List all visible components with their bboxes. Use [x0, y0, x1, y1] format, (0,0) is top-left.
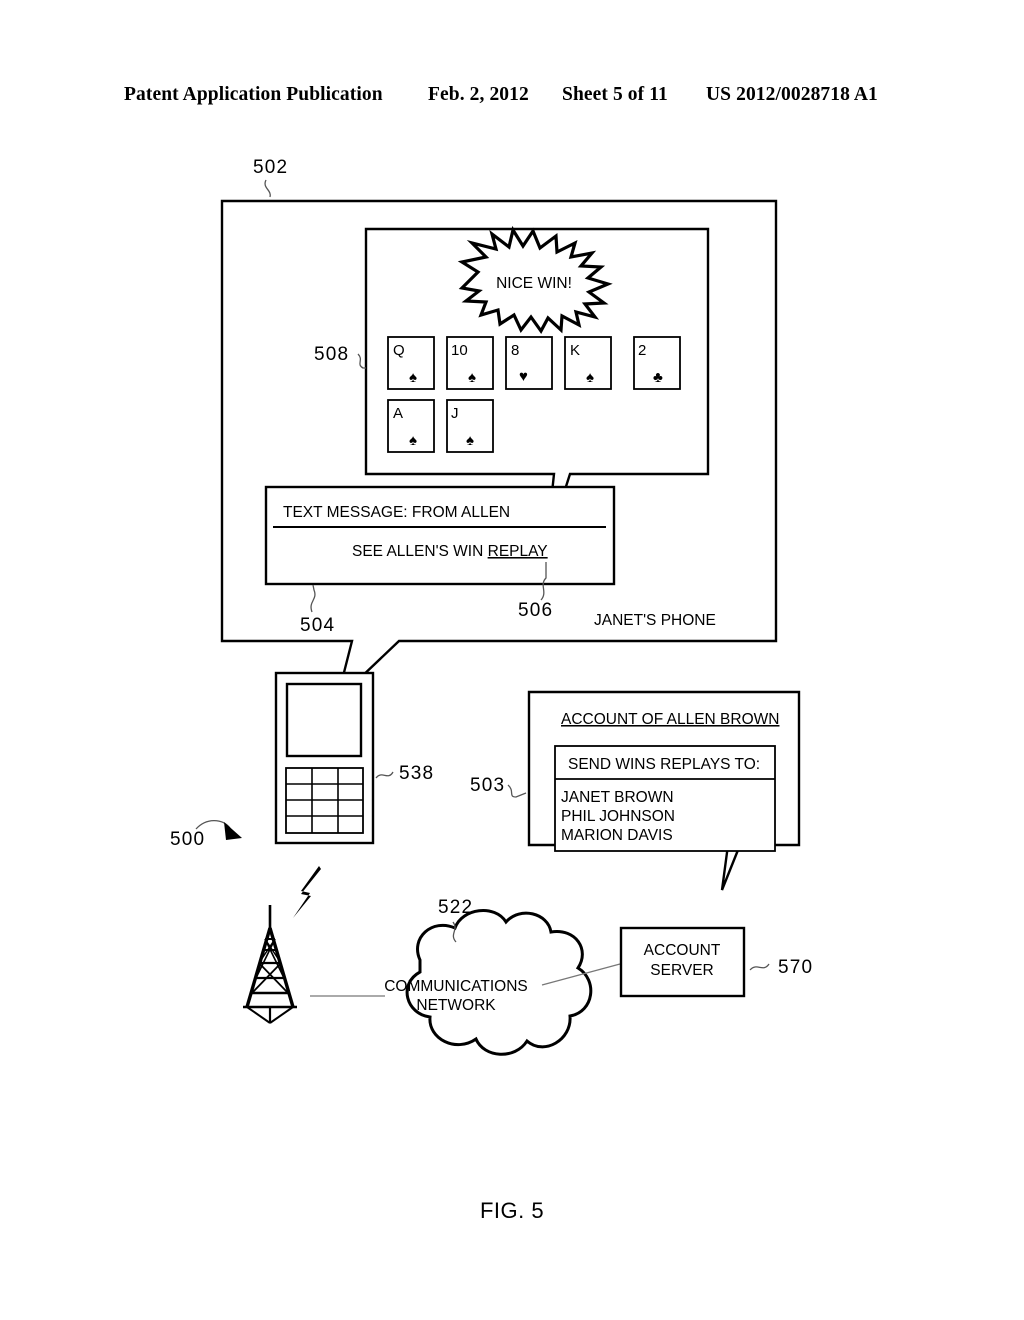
account-server-label-line1: ACCOUNT	[644, 942, 721, 959]
recipients-header: SEND WINS REPLAYS TO:	[568, 756, 760, 773]
ref-503-leader	[507, 784, 527, 798]
ref-538-leader	[375, 771, 394, 779]
ref-508-label: 508	[314, 344, 349, 365]
playing-card: A ♠	[387, 399, 435, 453]
ref-502-leader	[264, 179, 271, 198]
playing-card: 2 ♣	[633, 336, 681, 390]
message-panel-504	[264, 485, 616, 586]
figure-caption: FIG. 5	[479, 1198, 545, 1223]
message-body-prefix: SEE ALLEN'S WIN	[352, 543, 488, 560]
message-header-text: TEXT MESSAGE: FROM ALLEN	[283, 504, 510, 521]
card-rank: Q	[393, 342, 405, 359]
handset-screen	[285, 682, 363, 758]
recipient-name: PHIL JOHNSON	[561, 808, 675, 825]
ref-502-label: 502	[253, 157, 288, 178]
ref-500-arrowhead	[224, 822, 242, 840]
card-suit-icon: ♠	[409, 369, 417, 386]
playing-card: J ♠	[446, 399, 494, 453]
handset-keypad	[285, 767, 364, 834]
mobile-handset-538	[274, 671, 375, 845]
replay-link[interactable]: REPLAY	[488, 543, 548, 560]
card-row-top: Q ♠ 10 ♠ 8 ♥ K ♠ 2 ♣	[387, 336, 681, 390]
ref-506-label: 506	[518, 600, 553, 621]
card-suit-icon: ♠	[586, 369, 594, 386]
card-rank: A	[393, 405, 403, 422]
card-rank: K	[570, 342, 580, 359]
wireless-lightning-icon	[293, 866, 321, 918]
ref-500-label: 500	[170, 829, 205, 850]
ref-570-label: 570	[778, 957, 813, 978]
card-rank: J	[451, 405, 459, 422]
ref-538-label: 538	[399, 763, 434, 784]
ref-504-label: 504	[300, 615, 335, 636]
message-body-text: SEE ALLEN'S WIN REPLAY	[352, 543, 548, 560]
nice-win-text: NICE WIN!	[496, 275, 572, 292]
cloud-label-line2: NETWORK	[416, 997, 496, 1014]
account-server-label-line2: SERVER	[650, 962, 713, 979]
playing-card: 8 ♥	[505, 336, 553, 390]
janets-phone-label: JANET'S PHONE	[594, 612, 716, 629]
recipient-name: MARION DAVIS	[561, 827, 673, 844]
playing-card: K ♠	[564, 336, 612, 390]
card-suit-icon: ♠	[466, 432, 474, 449]
ref-503-label: 503	[470, 775, 505, 796]
card-suit-icon: ♣	[653, 369, 663, 386]
figure-canvas: 502 JANET'S PHONE 508 NICE WIN! Q ♠ 10 ♠…	[170, 157, 813, 1056]
playing-card: 10 ♠	[446, 336, 494, 390]
recipient-name: JANET BROWN	[561, 789, 674, 806]
card-rank: 2	[638, 342, 646, 359]
card-rank: 10	[451, 342, 468, 359]
ref-570-leader	[749, 963, 770, 971]
cell-tower-icon	[243, 905, 297, 1024]
card-suit-icon: ♥	[519, 368, 528, 385]
ref-522-label: 522	[438, 897, 473, 918]
cloud-label-line1: COMMUNICATIONS	[384, 978, 528, 995]
playing-card: Q ♠	[387, 336, 435, 390]
account-title: ACCOUNT OF ALLEN BROWN	[561, 711, 779, 728]
card-suit-icon: ♠	[468, 369, 476, 386]
card-rank: 8	[511, 342, 519, 359]
card-suit-icon: ♠	[409, 432, 417, 449]
